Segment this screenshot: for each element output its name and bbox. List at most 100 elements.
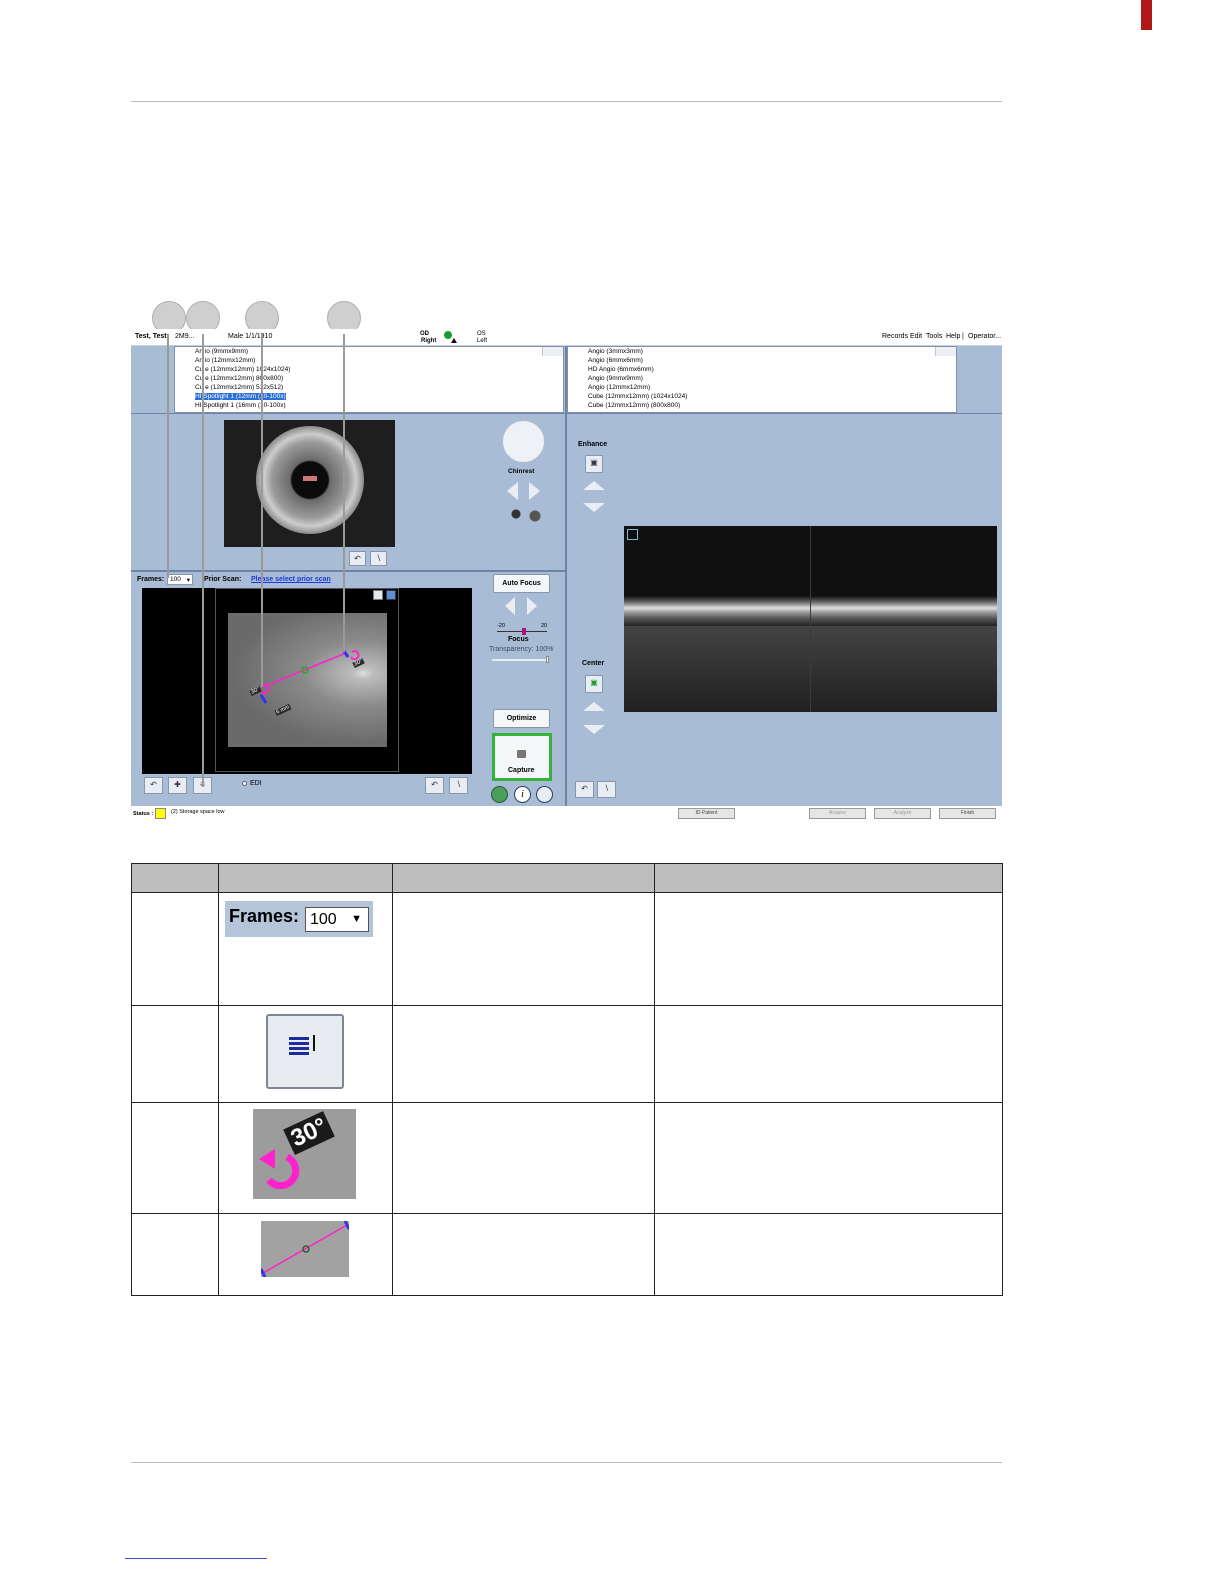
left-scan-list[interactable]: An io (9mmx9mm) An io (12mmx12mm) Cu e (… [174, 346, 564, 413]
right-scan-list[interactable]: Angio (3mmx3mm) Angio (6mmx6mm) HD Angio… [567, 346, 957, 413]
chinrest-label: Chinrest [508, 468, 535, 475]
fundus-undo-button[interactable]: ↶ [425, 777, 444, 794]
enhance-button[interactable]: ▣ [585, 455, 603, 473]
prior-scan-label: Prior Scan: [204, 576, 242, 583]
fundus-toggle-icon[interactable] [386, 590, 396, 600]
frames-dropdown-value: 100 [170, 576, 181, 583]
scan-position-reset-button[interactable]: ↶ [144, 777, 163, 794]
info-icon[interactable]: i [514, 786, 531, 803]
table-cell [392, 1213, 655, 1296]
fundus-clear-button[interactable]: ∖ [449, 777, 468, 794]
focus-label: Focus [508, 636, 529, 643]
eye-os-label: Left [477, 338, 488, 344]
list-item[interactable]: Cube (12mmx12mm) (1024x1024) [568, 392, 956, 401]
menu-operator[interactable]: Operator... [968, 333, 1001, 340]
id-patient-button[interactable]: ID Patient [678, 808, 735, 819]
camera-icon [517, 750, 526, 758]
list-item[interactable]: Angio (12mmx12mm) [568, 383, 956, 392]
table-cell [218, 1213, 393, 1296]
fixation-icon[interactable] [536, 786, 553, 803]
table-cell [392, 1102, 655, 1214]
status-bar [131, 806, 1002, 822]
enhance-up-arrow-icon[interactable] [583, 481, 605, 490]
list-item[interactable]: Angio (3mmx3mm) [568, 347, 956, 356]
rotate-handle-icon [259, 1149, 300, 1190]
table-header-row [131, 863, 1003, 893]
right-list-scrollbar[interactable] [935, 347, 956, 356]
list-item[interactable]: Cu e (12mmx12mm) 800x800) [175, 374, 563, 383]
center-up-arrow-icon[interactable] [583, 702, 605, 711]
chinrest-joystick[interactable] [502, 420, 545, 463]
iris-undo-button[interactable]: ↶ [349, 551, 366, 566]
capture-label: Capture [508, 767, 535, 774]
scan-line-icon [261, 1221, 349, 1277]
optimize-button[interactable]: Optimize [493, 709, 550, 728]
menu-tools[interactable]: Tools [926, 333, 942, 340]
list-item[interactable]: HD Angio (6mmx6mm) [568, 365, 956, 374]
menu-edit[interactable]: Edit [910, 333, 922, 340]
list-item[interactable]: Cube (12mmx12mm) (800x800) [568, 401, 956, 410]
chinrest-left-arrow-icon[interactable] [507, 482, 518, 500]
table-cell [218, 1005, 393, 1103]
center-button[interactable]: ▣ [585, 675, 603, 693]
center-down-arrow-icon[interactable] [583, 725, 605, 734]
scan-center-button[interactable]: ✚ [168, 777, 187, 794]
frames-dropdown[interactable]: 100 ▾ [167, 574, 193, 585]
eye-os[interactable]: OS [477, 331, 486, 337]
vertical-pane-divider [565, 346, 567, 806]
edi-radio[interactable] [242, 781, 247, 786]
list-item[interactable]: Angio (6mmx6mm) [568, 356, 956, 365]
menu-help[interactable]: Help [946, 333, 960, 340]
iris-camera-view [224, 420, 395, 547]
table-cell [654, 1005, 1003, 1103]
table-cell: 30° [218, 1102, 393, 1214]
iris-clear-button[interactable]: ∖ [370, 551, 387, 566]
eye-tracking-icon[interactable] [491, 786, 508, 803]
focus-right-arrow-icon[interactable] [527, 597, 537, 615]
patient-id: 2M9... [175, 333, 195, 340]
eye-od[interactable]: OD [420, 331, 429, 337]
oct-corner-icon [627, 529, 638, 540]
analyze-button[interactable]: Analyze [874, 808, 931, 819]
transparency-slider-thumb[interactable] [546, 656, 549, 663]
transparency-slider[interactable] [492, 659, 549, 661]
edi-label: EDI [250, 780, 262, 787]
focus-slider-thumb[interactable] [522, 628, 526, 635]
list-item[interactable]: Angio (9mmx9mm) [568, 374, 956, 383]
scan-endpoint-left [259, 694, 268, 704]
left-list-scrollbar[interactable] [542, 347, 563, 356]
finish-button[interactable]: Finish [939, 808, 996, 819]
oct-undo-button[interactable]: ↶ [575, 781, 594, 798]
table-row [131, 1005, 1003, 1103]
enhance-down-arrow-icon[interactable] [583, 503, 605, 512]
chinrest-right-arrow-icon[interactable] [529, 482, 540, 500]
table-cell [654, 1213, 1003, 1296]
list-item[interactable]: HI Spotlight 1 (16mm (10-100x) [175, 401, 563, 410]
oct-bscan-view [624, 526, 997, 712]
edit-pencil-icon[interactable] [373, 590, 383, 600]
table-cell: Frames: 100 ▼ [218, 892, 393, 1006]
list-item[interactable]: Cu e (12mmx12mm) 1024x1024) [175, 365, 563, 374]
list-item-selected[interactable]: HI Spotlight 1 (12mm (10-100x) [175, 392, 563, 401]
focus-left-arrow-icon[interactable] [505, 597, 515, 615]
list-item[interactable]: An io (9mmx9mm) [175, 347, 563, 356]
footer-link-underline [125, 1558, 267, 1559]
oct-clear-button[interactable]: ∖ [597, 781, 616, 798]
scan-line-overlay[interactable] [228, 613, 387, 747]
menu-records[interactable]: Records [882, 333, 908, 340]
chevron-down-icon: ▼ [351, 913, 362, 925]
frames-image-value: 100 [310, 911, 337, 928]
center-label: Center [582, 660, 605, 667]
table-header-cell [131, 863, 219, 893]
status-text: (2) Storage space low [171, 809, 225, 815]
list-item[interactable]: Cu e (12mmx12mm) 512x512) [175, 383, 563, 392]
focus-scale-min: -20 [497, 623, 505, 629]
focus-scale-max: 20 [541, 623, 548, 629]
list-item[interactable]: An io (12mmx12mm) [175, 356, 563, 365]
callout-3-leader [261, 334, 263, 687]
control-description-table: Frames: 100 ▼ 30° [131, 863, 1003, 1296]
acquire-button[interactable]: Acquire [809, 808, 866, 819]
capture-button[interactable]: Capture [492, 733, 552, 781]
enhance-label: Enhance [578, 441, 608, 448]
auto-focus-button[interactable]: Auto Focus [493, 574, 550, 593]
